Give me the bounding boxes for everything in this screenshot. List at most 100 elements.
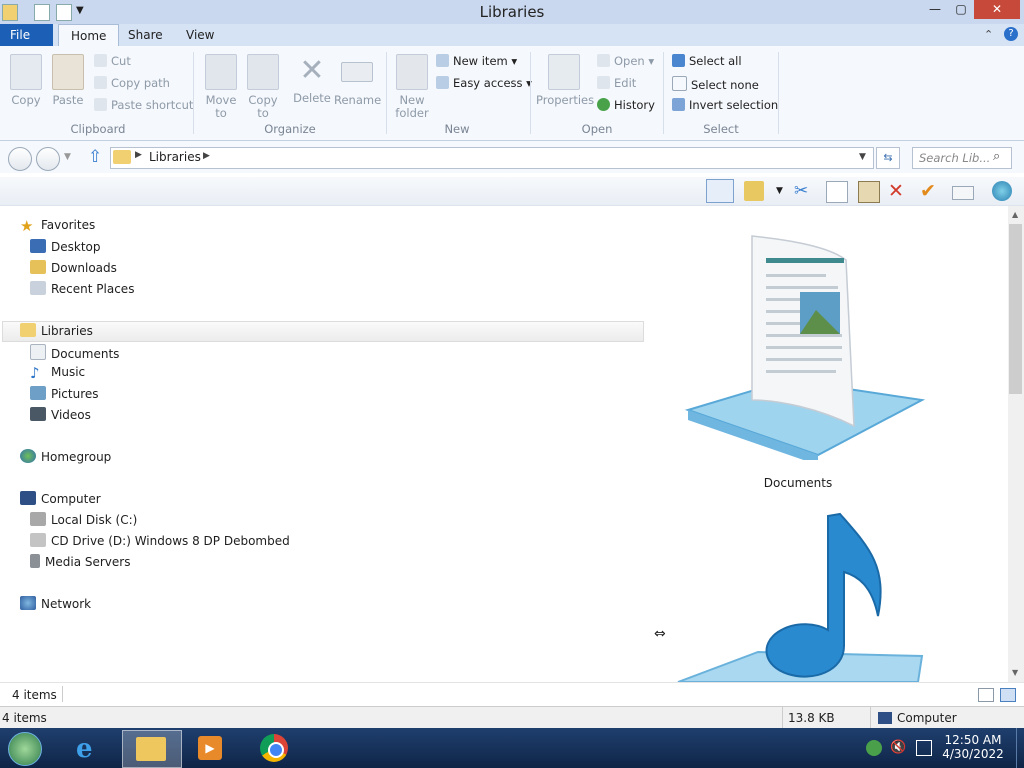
nav-favorites-label: Favorites [41, 218, 96, 232]
address-bar[interactable]: ▶ Libraries ▶ ▼ [110, 147, 874, 169]
taskbar-chrome[interactable] [246, 730, 304, 766]
nav-local-disk[interactable]: Local Disk (C:) [30, 512, 137, 527]
rename-button[interactable]: Rename [334, 54, 381, 107]
ribbon-separator [778, 52, 779, 134]
library-item-music[interactable] [668, 506, 928, 682]
invert-selection-button[interactable]: Invert selection [672, 98, 778, 112]
nav-videos[interactable]: Videos [30, 407, 91, 422]
documents-label: Documents [763, 476, 833, 490]
tab-share[interactable]: Share [116, 24, 175, 46]
globe-icon[interactable] [992, 181, 1012, 201]
breadcrumb-arrow-icon[interactable]: ▶ [135, 150, 142, 160]
breadcrumb-arrow-icon[interactable]: ▶ [203, 151, 210, 161]
nav-network[interactable]: Network [20, 596, 91, 611]
properties-button[interactable]: Properties [536, 54, 594, 107]
libraries-selection-highlight [2, 321, 644, 342]
checkmark-icon[interactable]: ✔ [920, 181, 940, 201]
ribbon-separator [386, 52, 387, 134]
open-button[interactable]: Open ▾ [597, 54, 654, 68]
paste-shortcut-icon [94, 98, 107, 111]
delete-icon[interactable]: ✕ [888, 181, 908, 201]
nav-recent-places[interactable]: Recent Places [30, 281, 134, 296]
paste-icon[interactable] [858, 181, 880, 203]
invert-selection-icon [672, 98, 685, 111]
select-none-label: Select none [691, 78, 759, 92]
nav-music[interactable]: ♪ Music [30, 365, 85, 381]
edit-button[interactable]: Edit [597, 76, 636, 90]
copy-button[interactable]: Copy [8, 54, 44, 107]
refresh-button[interactable]: ⇆ [876, 147, 900, 169]
library-item-documents[interactable]: Documents [668, 230, 928, 490]
action-center-icon[interactable] [916, 740, 932, 756]
nav-desktop[interactable]: Desktop [30, 239, 101, 254]
show-desktop-button[interactable] [1016, 728, 1024, 768]
help-icon[interactable]: ? [1004, 27, 1018, 41]
scissors-icon[interactable]: ✂ [794, 181, 814, 201]
details-view-icon[interactable] [978, 688, 994, 702]
vertical-scrollbar[interactable]: ▲ ▼ [1008, 206, 1024, 682]
nav-documents[interactable]: Documents [30, 344, 119, 361]
start-orb-icon[interactable] [8, 732, 42, 766]
close-button[interactable]: ✕ [974, 0, 1020, 19]
select-none-button[interactable]: Select none [672, 76, 759, 92]
copy-icon[interactable] [826, 181, 848, 203]
breadcrumb-libraries[interactable]: Libraries [149, 150, 201, 164]
nav-cd-drive[interactable]: CD Drive (D:) Windows 8 DP Debombed [30, 533, 290, 548]
chrome-center [268, 742, 284, 758]
paste-shortcut-button[interactable]: Paste shortcut [94, 98, 193, 112]
nav-pictures[interactable]: Pictures [30, 386, 99, 401]
minimize-button[interactable]: — [922, 0, 948, 19]
scroll-up-icon[interactable]: ▲ [1012, 210, 1018, 219]
forward-button[interactable] [36, 147, 60, 171]
easy-access-button[interactable]: Easy access ▾ [436, 76, 532, 90]
nav-computer[interactable]: Computer [20, 491, 101, 506]
nav-media-servers[interactable]: Media Servers [30, 554, 130, 569]
folder-options-icon[interactable] [744, 181, 764, 201]
videos-icon [30, 407, 46, 421]
tab-home[interactable]: Home [58, 24, 120, 47]
taskbar-file-explorer[interactable] [122, 730, 182, 768]
item-count: 4 items [12, 688, 57, 702]
clock-time: 12:50 AM [944, 733, 1002, 747]
search-icon[interactable]: ⌕ [993, 149, 1000, 164]
copy-to-button[interactable]: Copy to [246, 54, 280, 120]
copy-path-button[interactable]: Copy path [94, 76, 170, 90]
copy-path-icon [94, 76, 107, 89]
address-dropdown-icon[interactable]: ▼ [859, 152, 866, 162]
nav-libraries[interactable]: Libraries [20, 323, 93, 338]
up-arrow-icon[interactable]: ⇧ [88, 147, 102, 167]
history-button[interactable]: History [597, 98, 655, 112]
nav-favorites[interactable]: ★ Favorites [20, 218, 96, 234]
tab-view[interactable]: View [174, 24, 226, 46]
large-icons-view-icon[interactable] [1000, 688, 1016, 702]
rename-icon[interactable] [952, 186, 974, 200]
recent-locations-icon[interactable]: ▼ [64, 152, 71, 162]
collapse-ribbon-icon[interactable]: ⌃ [984, 28, 993, 41]
status-size: 13.8 KB [788, 711, 835, 725]
maximize-button[interactable]: ▢ [948, 0, 974, 19]
nav-homegroup[interactable]: Homegroup [20, 449, 111, 464]
select-all-button[interactable]: Select all [672, 54, 742, 68]
preview-pane-icon[interactable] [706, 179, 734, 203]
delete-button[interactable]: ✕ Delete [292, 54, 332, 105]
taskbar-media-player[interactable]: ▶ [182, 730, 240, 766]
scroll-down-icon[interactable]: ▼ [1012, 668, 1018, 677]
scrollbar-thumb[interactable] [1009, 224, 1022, 394]
nav-downloads-label: Downloads [51, 261, 117, 275]
new-folder-button[interactable]: New folder [394, 54, 430, 120]
cut-button[interactable]: Cut [94, 54, 131, 68]
history-label: History [614, 98, 655, 112]
dropdown-arrow-icon[interactable]: ▼ [776, 186, 783, 196]
new-item-button[interactable]: New item ▾ [436, 54, 517, 68]
tab-file[interactable]: File [0, 24, 53, 46]
move-to-button[interactable]: Move to [204, 54, 238, 120]
paste-button[interactable]: Paste [50, 54, 86, 107]
clock[interactable]: 12:50 AM 4/30/2022 [940, 733, 1006, 761]
search-input[interactable]: Search Lib... ⌕ [912, 147, 1012, 169]
nav-downloads[interactable]: Downloads [30, 260, 117, 275]
taskbar-internet-explorer[interactable]: e [62, 730, 120, 766]
network-tray-icon[interactable] [866, 740, 882, 756]
volume-muted-icon[interactable]: 🔇 [890, 740, 906, 755]
back-button[interactable] [8, 147, 32, 171]
paste-shortcut-label: Paste shortcut [111, 98, 194, 112]
